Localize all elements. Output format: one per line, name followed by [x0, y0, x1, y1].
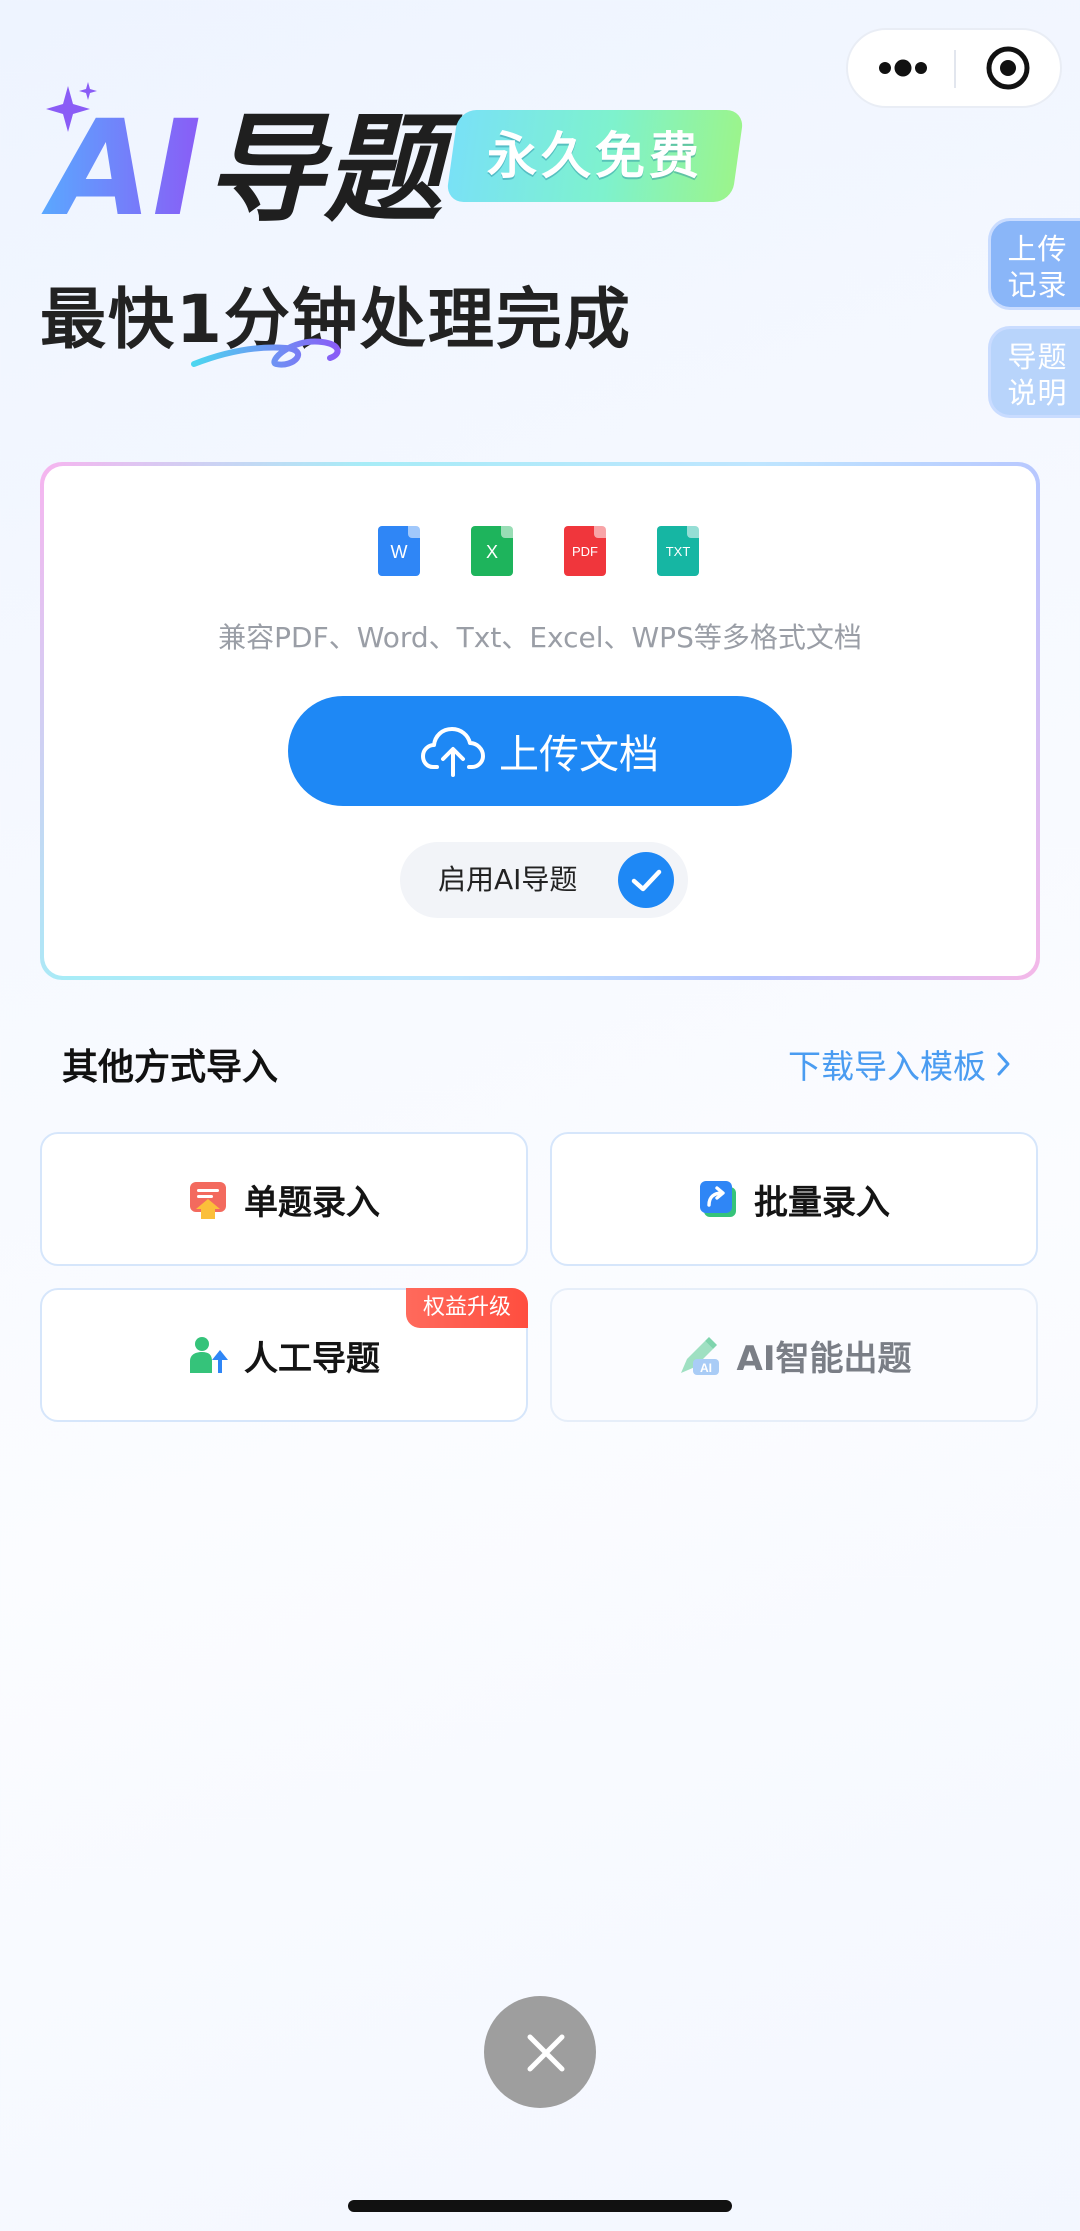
upload-document-label: 上传文档: [499, 732, 659, 778]
free-badge-label: 永久免费: [487, 127, 703, 185]
title-main: 导题: [206, 100, 463, 230]
title-ai: AI: [41, 92, 201, 230]
upload-records-line2: 记录: [1007, 268, 1068, 302]
txt-file-icon: TXT: [657, 526, 699, 576]
cloud-upload-icon: [421, 727, 485, 777]
squiggle-decoration: [191, 338, 341, 368]
svg-text:AI: AI: [700, 1361, 712, 1375]
home-indicator: [348, 2200, 732, 2212]
target-circle-icon: [986, 46, 1030, 90]
ai-generate-label: AI智能出题: [736, 1338, 912, 1379]
capsule-close-button[interactable]: [956, 30, 1062, 106]
batch-entry-label: 批量录入: [754, 1182, 890, 1223]
upgrade-badge: 权益升级: [406, 1288, 528, 1328]
batch-entry-icon: [700, 1181, 736, 1217]
manual-import-button[interactable]: 人工导题 权益升级: [40, 1288, 528, 1422]
single-entry-label: 单题录入: [244, 1182, 380, 1223]
close-icon: [527, 2034, 565, 2072]
ai-generate-button[interactable]: AI AI智能出题: [550, 1288, 1038, 1422]
enable-ai-import-toggle[interactable]: 启用AI导题: [400, 842, 688, 918]
close-button[interactable]: [484, 1996, 596, 2108]
free-badge: 永久免费: [445, 110, 745, 202]
download-template-link[interactable]: 下载导入模板: [788, 1040, 1012, 1088]
manual-import-icon: [190, 1337, 228, 1373]
mini-program-capsule: [846, 28, 1062, 108]
excel-file-icon: X: [471, 526, 513, 576]
supported-formats-text: 兼容PDF、Word、Txt、Excel、WPS等多格式文档: [218, 621, 862, 654]
upload-records-line1: 上传: [1007, 232, 1068, 266]
import-guide-tab[interactable]: 导题 说明: [988, 326, 1080, 418]
check-icon: [618, 852, 674, 908]
ai-generate-icon: AI: [680, 1337, 719, 1375]
more-dots-icon: [879, 59, 927, 77]
upload-document-button[interactable]: 上传文档: [288, 696, 792, 806]
download-template-label: 下载导入模板: [788, 1047, 986, 1086]
upload-card: W X PDF TXT 兼容PDF、Word、Txt、Excel、WPS等多格式…: [40, 462, 1040, 980]
single-entry-button[interactable]: 单题录入: [40, 1132, 528, 1266]
upload-records-tab[interactable]: 上传 记录: [988, 218, 1080, 310]
other-import-title: 其他方式导入: [62, 1047, 279, 1088]
single-entry-icon: [190, 1182, 226, 1219]
chevron-right-icon: [997, 1052, 1010, 1076]
more-button[interactable]: [848, 30, 954, 106]
pdf-file-icon: PDF: [564, 526, 606, 576]
word-file-icon: W: [378, 526, 420, 576]
import-guide-line1: 导题: [1007, 340, 1068, 374]
manual-import-label: 人工导题: [244, 1338, 380, 1379]
batch-entry-button[interactable]: 批量录入: [550, 1132, 1038, 1266]
import-guide-line2: 说明: [1007, 376, 1068, 410]
enable-ai-import-label: 启用AI导题: [438, 863, 578, 896]
